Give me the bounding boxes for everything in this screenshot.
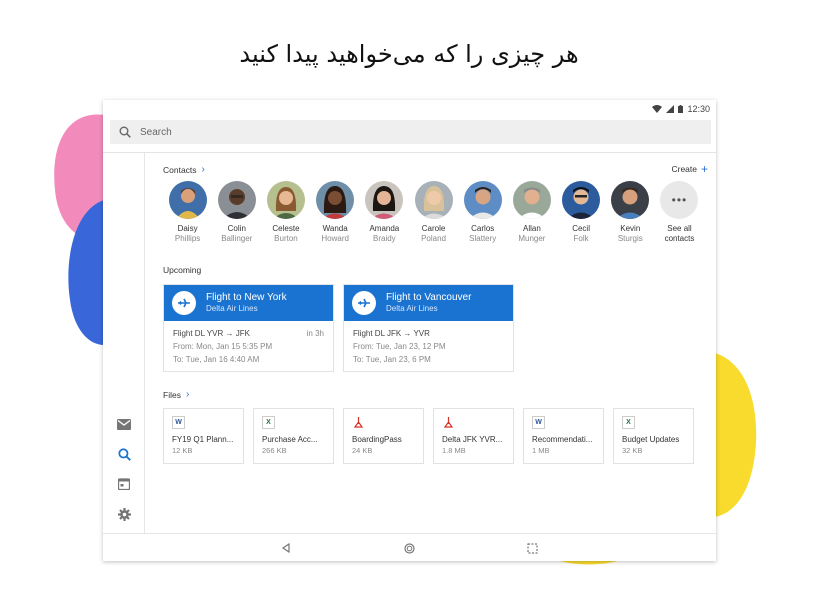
word-icon: W xyxy=(172,416,185,429)
files-title: Files xyxy=(163,389,181,400)
tablet-frame: 12:30 Contacts › xyxy=(103,100,716,561)
signal-icon xyxy=(666,105,675,113)
file-card[interactable]: X Purchase Acc... 266 KB xyxy=(253,408,334,464)
promo-heading: هر چیزی را که می‌خواهید پیدا کنید xyxy=(239,40,579,68)
more-horiz-icon: ••• xyxy=(660,181,699,219)
airplane-icon xyxy=(172,291,196,315)
avatar xyxy=(414,181,453,219)
excel-icon: X xyxy=(262,416,275,429)
mail-icon[interactable] xyxy=(115,415,133,433)
avatar xyxy=(512,181,551,219)
search-nav-icon[interactable] xyxy=(115,445,133,463)
contact-amanda-braidy[interactable]: Amanda Braidy xyxy=(360,181,409,244)
avatar xyxy=(217,181,256,219)
avatar xyxy=(168,181,207,219)
contact-wanda-howard[interactable]: Wanda Howard xyxy=(311,181,360,244)
upcoming-title: Upcoming xyxy=(163,265,202,275)
navigation-rail xyxy=(103,153,145,533)
plus-icon: + xyxy=(700,162,708,176)
contact-kevin-sturgis[interactable]: Kevin Sturgis xyxy=(606,181,655,244)
chevron-right-icon: › xyxy=(201,164,205,175)
search-icon xyxy=(110,126,140,138)
contact-allan-munger[interactable]: Allan Munger xyxy=(507,181,556,244)
avatar xyxy=(365,181,404,219)
file-card[interactable]: Delta JFK YVR... 1.8 MB xyxy=(433,408,514,464)
contact-cecil-folk[interactable]: Cecil Folk xyxy=(557,181,606,244)
excel-icon: X xyxy=(622,416,635,429)
search-bar[interactable] xyxy=(110,120,711,144)
files-header[interactable]: Files › xyxy=(163,389,189,400)
battery-icon xyxy=(678,105,684,113)
settings-icon[interactable] xyxy=(115,505,133,523)
chevron-right-icon: › xyxy=(185,389,190,400)
trip-card-header: Flight to Vancouver Delta Air Lines xyxy=(344,285,513,321)
create-label: Create xyxy=(671,164,697,174)
files-row: W FY19 Q1 Plann... 12 KB X Purchase Acc.… xyxy=(163,408,694,464)
contacts-row: Daisy Phillips Colin Ballinger Celeste B… xyxy=(163,181,716,244)
create-contact-button[interactable]: Create + xyxy=(671,162,708,176)
main-content: Contacts › Create + Daisy Phillips Colin… xyxy=(163,153,716,533)
contact-carole-poland[interactable]: Carole Poland xyxy=(409,181,458,244)
search-input[interactable] xyxy=(140,126,680,138)
contact-celeste-burton[interactable]: Celeste Burton xyxy=(261,181,310,244)
pdf-icon xyxy=(442,416,455,429)
file-card[interactable]: W Recommendati... 1 MB xyxy=(523,408,604,464)
avatar xyxy=(316,181,355,219)
wifi-icon xyxy=(652,105,663,113)
pdf-icon xyxy=(352,416,365,429)
contact-daisy-phillips[interactable]: Daisy Phillips xyxy=(163,181,212,244)
back-icon[interactable] xyxy=(279,541,293,555)
recents-icon[interactable] xyxy=(525,541,539,555)
screenshot: هر چیزی را که می‌خواهید پیدا کنید 12:30 xyxy=(0,0,818,613)
calendar-icon[interactable] xyxy=(115,475,133,493)
contact-carlos-slattery[interactable]: Carlos Slattery xyxy=(458,181,507,244)
status-time: 12:30 xyxy=(687,104,710,114)
avatar xyxy=(562,181,601,219)
file-card[interactable]: BoardingPass 24 KB xyxy=(343,408,424,464)
airplane-icon xyxy=(352,291,376,315)
avatar xyxy=(266,181,305,219)
file-card[interactable]: X Budget Updates 32 KB xyxy=(613,408,694,464)
trip-card-vancouver[interactable]: Flight to Vancouver Delta Air Lines Flig… xyxy=(343,284,514,372)
trip-card-header: Flight to New York Delta Air Lines xyxy=(164,285,333,321)
home-icon[interactable] xyxy=(402,541,416,555)
contact-colin-ballinger[interactable]: Colin Ballinger xyxy=(212,181,261,244)
upcoming-header: Upcoming xyxy=(163,265,201,275)
status-bar: 12:30 xyxy=(103,100,716,118)
word-icon: W xyxy=(532,416,545,429)
trip-card-new-york[interactable]: Flight to New York Delta Air Lines Fligh… xyxy=(163,284,334,372)
system-nav-bar xyxy=(103,533,716,561)
file-card[interactable]: W FY19 Q1 Plann... 12 KB xyxy=(163,408,244,464)
avatar xyxy=(611,181,650,219)
contacts-title: Contacts xyxy=(163,164,197,175)
see-all-contacts-button[interactable]: ••• See all contacts xyxy=(655,181,704,244)
avatar xyxy=(463,181,502,219)
contacts-header[interactable]: Contacts › xyxy=(163,164,205,175)
